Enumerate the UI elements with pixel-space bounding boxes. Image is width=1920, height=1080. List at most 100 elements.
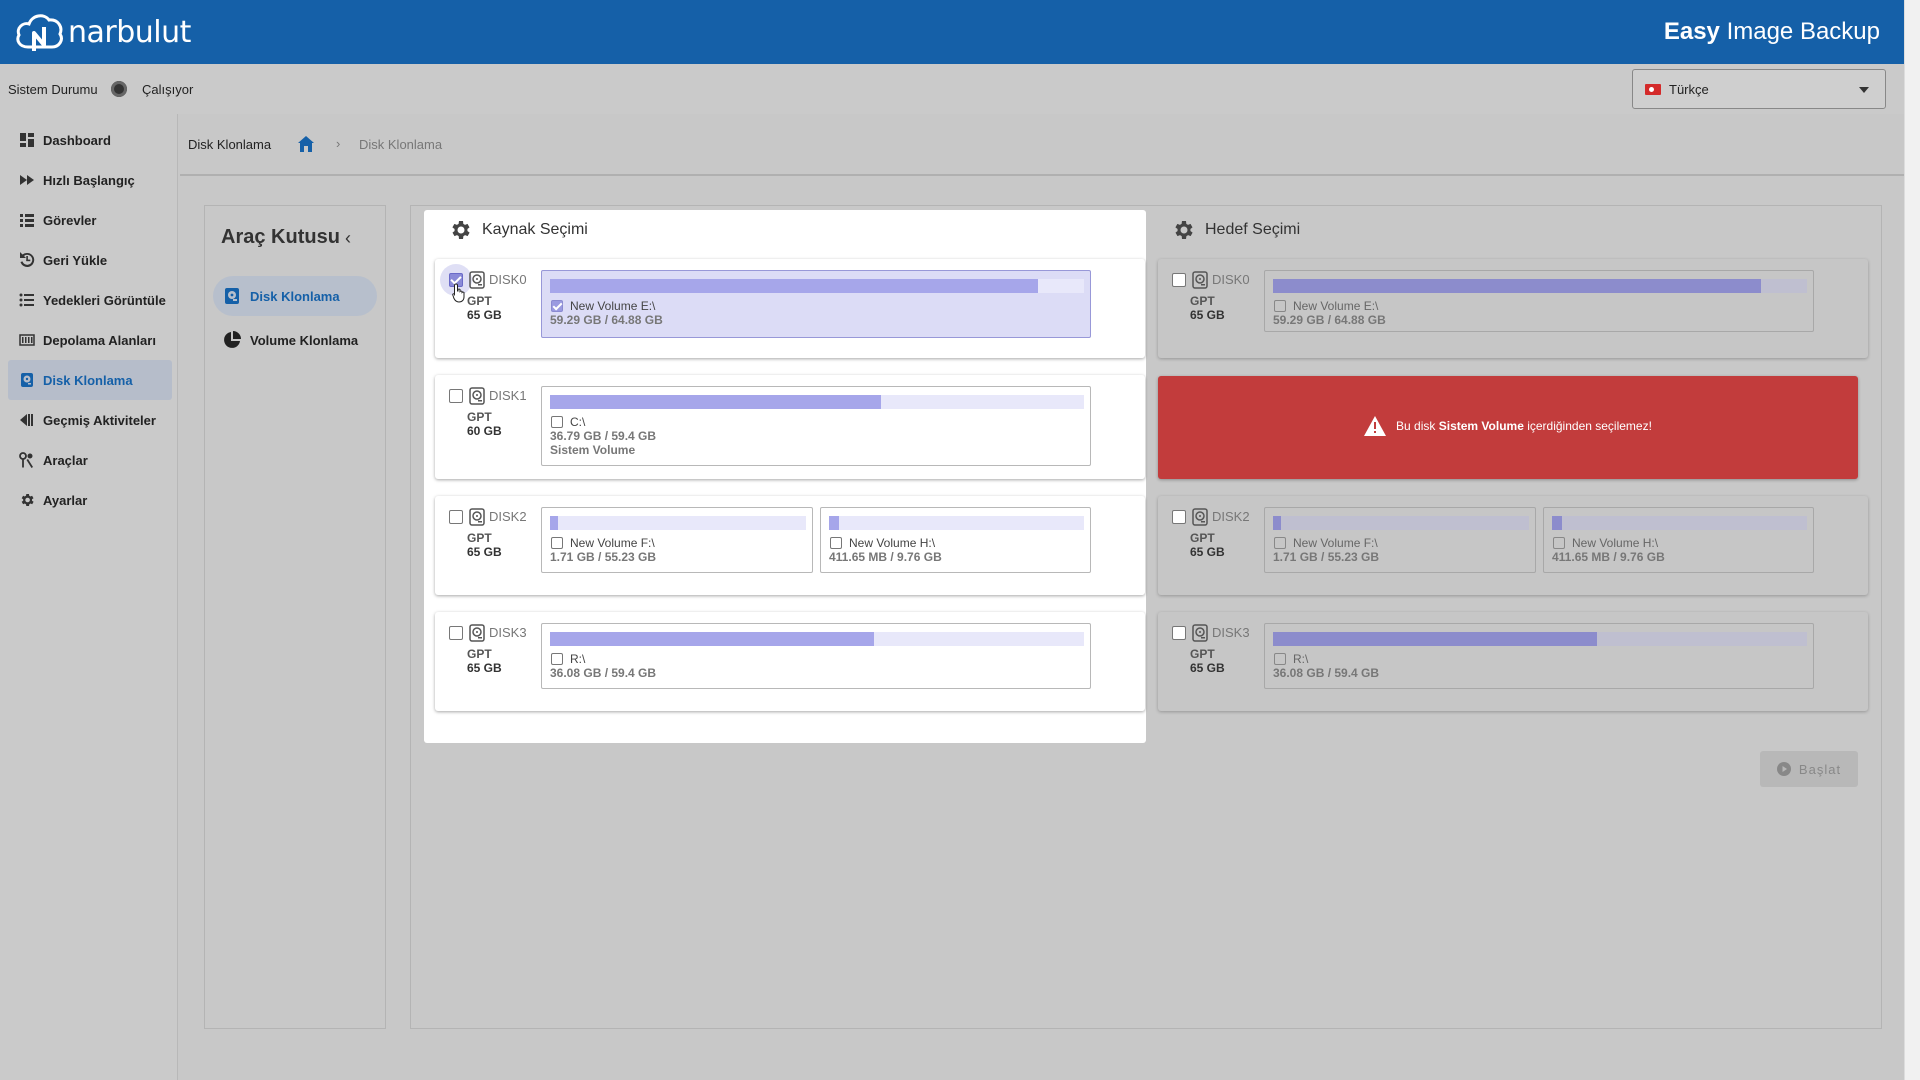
volume-card[interactable]: R:\ 36.08 GB / 59.4 GB <box>1264 623 1814 689</box>
app-title-rest: Image Backup <box>1719 18 1880 45</box>
volume-checkbox[interactable] <box>551 300 563 312</box>
disk-partition-style: GPT <box>467 410 492 424</box>
volume-checkbox[interactable] <box>1274 300 1286 312</box>
history-icon <box>19 412 35 428</box>
sidebar-item-label: Araçlar <box>43 452 88 468</box>
disk-checkbox[interactable] <box>1172 510 1186 524</box>
sidebar-item-geri-y-kle[interactable]: Geri Yükle <box>8 240 172 280</box>
volume-card[interactable]: New Volume F:\ 1.71 GB / 55.23 GB <box>1264 507 1536 573</box>
volume-name: C:\ <box>570 415 586 429</box>
sidebar-item-depolama-alanlar[interactable]: Depolama Alanları <box>8 320 172 360</box>
volume-checkbox[interactable] <box>1274 537 1286 549</box>
disk-name: DISK2 <box>1212 509 1250 524</box>
tool-item-disk-clone[interactable]: Disk Klonlama <box>213 276 377 316</box>
sidebar-item-ge-mi-aktiviteler[interactable]: Geçmiş Aktiviteler <box>8 400 172 440</box>
sidebar-item-label: Görevler <box>43 212 97 228</box>
page-title: Disk Klonlama <box>188 137 272 152</box>
volume-usage: 1.71 GB / 55.23 GB <box>1273 550 1380 564</box>
volume-card[interactable]: C:\ 36.79 GB / 59.4 GB Sistem Volume <box>541 386 1091 466</box>
sidebar-item-ayarlar[interactable]: Ayarlar <box>8 480 172 520</box>
volume-note: Sistem Volume <box>550 443 636 457</box>
disk-checkbox[interactable] <box>1172 626 1186 640</box>
volume-name: New Volume F:\ <box>570 536 655 550</box>
logo-text: narbulut <box>68 14 191 50</box>
volume-card[interactable]: New Volume H:\ 411.65 MB / 9.76 GB <box>1543 507 1814 573</box>
volume-usage-bar <box>550 632 1084 646</box>
volume-usage: 1.71 GB / 55.23 GB <box>550 550 657 564</box>
disk-size: 65 GB <box>1190 661 1225 675</box>
app-title-bold: Easy <box>1663 18 1720 45</box>
disk-size: 65 GB <box>1190 545 1225 559</box>
disk-name: DISK3 <box>489 625 527 640</box>
disk-row: DISK0 GPT 65 GB New Volume E:\ 59.29 GB / 64… <box>435 259 1145 358</box>
sidebar-item-ara-lar[interactable]: Araçlar <box>8 440 172 480</box>
toolbox-title: Araç Kutusu <box>221 226 340 248</box>
volume-usage-fill <box>550 632 874 646</box>
sidebar-item-dashboard[interactable]: Dashboard <box>8 120 172 160</box>
restore-icon <box>19 252 35 268</box>
disk-size: 60 GB <box>467 424 502 438</box>
disk-checkbox[interactable] <box>449 510 463 524</box>
volume-checkbox[interactable] <box>830 537 842 549</box>
chevron-left-icon[interactable]: ‹ <box>345 228 351 249</box>
volume-usage-bar <box>829 516 1084 530</box>
tool-item-label: Volume Klonlama <box>250 332 359 348</box>
breadcrumb: Disk Klonlama › Disk Klonlama <box>180 114 1904 176</box>
volume-usage: 411.65 MB / 9.76 GB <box>829 550 942 564</box>
page-scrollbar[interactable] <box>1904 0 1920 1080</box>
disk-name: DISK1 <box>489 388 527 403</box>
start-button[interactable]: Başlat <box>1760 751 1858 787</box>
disk-checkbox[interactable] <box>1172 273 1186 287</box>
breadcrumb-current: Disk Klonlama <box>359 137 443 152</box>
volume-card[interactable]: New Volume E:\ 59.29 GB / 64.88 GB <box>1264 270 1814 332</box>
cloud-logo-icon <box>16 14 63 51</box>
error-banner: Bu disk Sistem Volume içerdiğinden seçil… <box>1158 376 1858 479</box>
disk-checkbox[interactable] <box>449 389 463 403</box>
error-bold: Sistem Volume <box>1438 419 1524 433</box>
source-section-header: Kaynak Seçimi <box>448 218 588 242</box>
volume-usage-bar <box>1273 632 1807 646</box>
sidebar-item-h-zl-ba-lang[interactable]: Hızlı Başlangıç <box>8 160 172 200</box>
mouse-cursor-icon <box>452 283 465 303</box>
hard-disk-icon <box>469 387 485 405</box>
volume-checkbox[interactable] <box>1553 537 1565 549</box>
volume-checkbox[interactable] <box>551 653 563 665</box>
language-select[interactable]: Türkçe <box>1632 69 1886 109</box>
disk-partition-style: GPT <box>1190 531 1215 545</box>
volume-card[interactable]: New Volume E:\ 59.29 GB / 64.88 GB <box>541 270 1091 338</box>
gear-icon <box>1175 221 1193 239</box>
breadcrumb-separator: › <box>336 136 341 151</box>
sidebar-item-label: Geçmiş Aktiviteler <box>43 412 156 428</box>
disk-row: DISK1 GPT 60 GB C:\ 36.79 GB / 59.4 GB Sistem… <box>435 375 1145 479</box>
hard-disk-icon <box>469 271 485 289</box>
sidebar-item-yedekleri-g-r-nt-le[interactable]: Yedekleri Görüntüle <box>8 280 172 320</box>
volume-checkbox[interactable] <box>551 537 563 549</box>
volume-name: R:\ <box>1293 652 1309 666</box>
volume-usage-bar <box>550 395 1084 409</box>
source-section-title: Kaynak Seçimi <box>482 221 588 238</box>
disk-row: DISK0 GPT 65 GB New Volume E:\ 59.29 GB / 64… <box>1158 259 1868 358</box>
tool-item-volume-clone[interactable]: Volume Klonlama <box>213 320 377 360</box>
hard-disk-icon <box>1192 508 1208 526</box>
sidebar-item-g-revler[interactable]: Görevler <box>8 200 172 240</box>
volume-card[interactable]: R:\ 36.08 GB / 59.4 GB <box>541 623 1091 689</box>
disk-partition-style: GPT <box>467 647 492 661</box>
app-title: Easy Image Backup <box>1664 18 1880 46</box>
disk-checkbox[interactable] <box>449 626 463 640</box>
home-icon[interactable] <box>296 134 316 154</box>
volume-usage-bar <box>1552 516 1807 530</box>
status-bar: Sistem Durumu Çalışıyor <box>0 64 1904 114</box>
tools-icon <box>19 452 35 468</box>
sidebar-item-disk-klonlama[interactable]: Disk Klonlama <box>8 360 172 400</box>
volume-checkbox[interactable] <box>1274 653 1286 665</box>
sidebar-item-label: Depolama Alanları <box>43 332 156 348</box>
toolbox-panel: Araç Kutusu ‹ Disk Klonlama Volume Klonl… <box>204 205 386 1029</box>
logo[interactable]: narbulut <box>14 8 191 56</box>
volume-checkbox[interactable] <box>551 416 563 428</box>
disk-partition-style: GPT <box>1190 647 1215 661</box>
volume-card[interactable]: New Volume H:\ 411.65 MB / 9.76 GB <box>820 507 1091 573</box>
volume-card[interactable]: New Volume F:\ 1.71 GB / 55.23 GB <box>541 507 813 573</box>
sidebar-item-label: Geri Yükle <box>43 252 108 268</box>
list-icon <box>19 212 35 228</box>
error-message: Bu disk Sistem Volume içerdiğinden seçil… <box>1396 419 1652 433</box>
